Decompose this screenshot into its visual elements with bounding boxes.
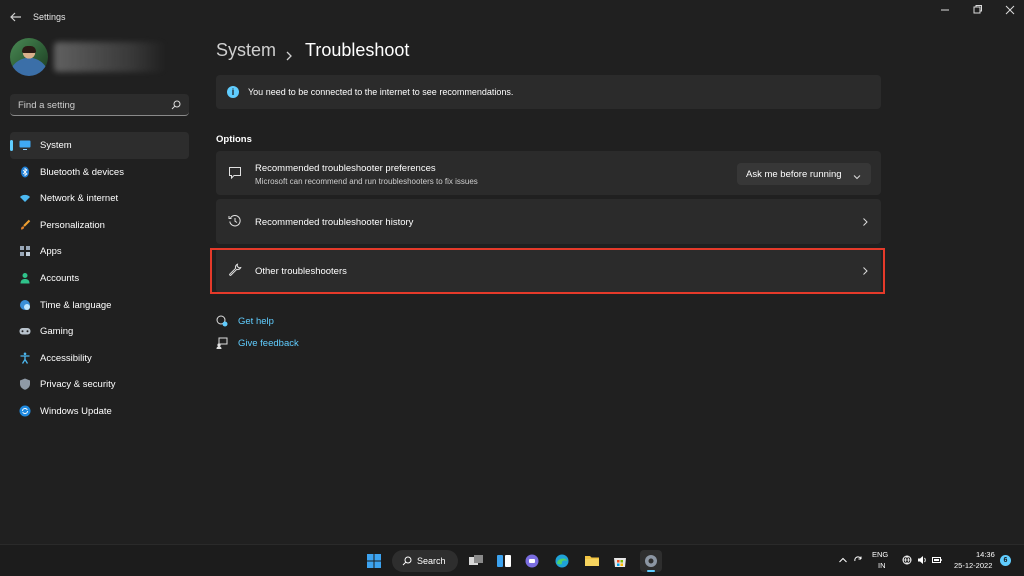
chevron-right-icon: [284, 46, 294, 61]
sidebar-item-accessibility[interactable]: Accessibility: [10, 345, 189, 372]
sidebar-item-label: System: [40, 140, 72, 151]
sidebar-item-bluetooth[interactable]: Bluetooth & devices: [10, 159, 189, 186]
troubleshooter-preferences-card: Recommended troubleshooter preferences M…: [216, 151, 881, 195]
taskbar-search-label: Search: [417, 556, 446, 566]
restore-button[interactable]: [970, 4, 984, 16]
gamepad-icon: [19, 325, 31, 337]
sidebar-item-gaming[interactable]: Gaming: [10, 318, 189, 345]
sidebar-item-label: Personalization: [40, 219, 105, 231]
teams-chat-icon[interactable]: [521, 550, 543, 572]
sidebar-item-apps[interactable]: Apps: [10, 238, 189, 265]
language-top[interactable]: ENG: [872, 550, 888, 559]
sidebar-item-accounts[interactable]: Accounts: [10, 265, 189, 292]
search-placeholder: Find a setting: [18, 100, 76, 111]
battery-icon[interactable]: [932, 555, 942, 565]
sidebar-item-label: Privacy & security: [40, 379, 116, 391]
feedback-icon: [216, 337, 228, 349]
wifi-icon: [19, 192, 31, 204]
chevron-right-icon: [861, 217, 869, 227]
give-feedback-label: Give feedback: [238, 338, 299, 349]
get-help-label: Get help: [238, 316, 274, 327]
chat-bubble-icon: [228, 166, 242, 180]
network-globe-icon[interactable]: [902, 555, 912, 565]
highlight-box: [210, 248, 885, 294]
sidebar-item-privacy[interactable]: Privacy & security: [10, 371, 189, 398]
widgets-icon[interactable]: [493, 550, 515, 572]
search-input[interactable]: Find a setting: [10, 94, 189, 116]
sidebar-nav: System Bluetooth & devices Network & int…: [10, 132, 189, 425]
update-icon: [19, 405, 31, 417]
sidebar-item-personalization[interactable]: Personalization: [10, 212, 189, 239]
monitor-icon: [19, 139, 31, 151]
taskbar: Search: [0, 544, 1024, 576]
sync-icon[interactable]: [853, 555, 863, 565]
microsoft-store-icon[interactable]: [609, 550, 631, 572]
title-bar: Settings: [0, 0, 1024, 34]
sidebar-item-label: Windows Update: [40, 405, 112, 417]
preferences-dropdown[interactable]: Ask me before running: [737, 163, 871, 185]
breadcrumb-parent[interactable]: System: [216, 40, 276, 60]
breadcrumb: System Troubleshoot: [216, 40, 409, 64]
chevron-up-icon[interactable]: [838, 555, 848, 565]
brush-icon: [19, 219, 31, 231]
edge-browser-icon[interactable]: [551, 550, 573, 572]
avatar[interactable]: [10, 38, 48, 76]
page-title: Troubleshoot: [305, 40, 410, 60]
app-title: Settings: [33, 12, 66, 22]
volume-icon[interactable]: [917, 555, 927, 565]
sidebar-item-label: Network & internet: [40, 193, 119, 205]
start-button[interactable]: [363, 550, 385, 572]
language-bottom[interactable]: IN: [878, 561, 886, 570]
user-name-redacted: [54, 42, 166, 72]
card-subtitle: Microsoft can recommend and run troubles…: [255, 177, 478, 186]
chevron-down-icon: [853, 171, 861, 180]
info-icon: i: [227, 86, 239, 98]
person-icon: [19, 272, 31, 284]
apps-icon: [19, 245, 31, 257]
taskbar-search[interactable]: Search: [392, 550, 458, 572]
sidebar-item-time-language[interactable]: Time & language: [10, 292, 189, 319]
search-icon: [402, 556, 412, 569]
sidebar-item-windows-update[interactable]: Windows Update: [10, 398, 189, 425]
sidebar-item-network[interactable]: Network & internet: [10, 185, 189, 212]
clock-date[interactable]: 25-12-2022: [954, 561, 992, 570]
info-text: You need to be connected to the internet…: [248, 87, 514, 97]
sidebar-item-label: Accounts: [40, 272, 80, 284]
close-button[interactable]: [1003, 4, 1017, 16]
sidebar-item-label: Accessibility: [40, 352, 92, 364]
minimize-button[interactable]: [938, 4, 952, 16]
file-explorer-icon[interactable]: [581, 550, 603, 572]
back-arrow-icon[interactable]: [8, 9, 24, 25]
sidebar-item-label: Bluetooth & devices: [40, 166, 124, 178]
task-view-icon[interactable]: [465, 550, 487, 572]
sidebar-item-system[interactable]: System: [10, 132, 189, 159]
sidebar-item-label: Gaming: [40, 326, 74, 338]
card-title: Recommended troubleshooter history: [255, 217, 414, 228]
dropdown-value: Ask me before running: [746, 169, 842, 180]
globe-clock-icon: [19, 299, 31, 311]
help-icon: [216, 315, 228, 327]
settings-app-icon[interactable]: [640, 550, 662, 572]
clock-time[interactable]: 14:36: [976, 550, 995, 559]
card-title: Recommended troubleshooter preferences: [255, 163, 436, 174]
history-icon: [228, 214, 242, 228]
sidebar-item-label: Time & language: [40, 299, 112, 311]
troubleshooter-history-card[interactable]: Recommended troubleshooter history: [216, 199, 881, 244]
accessibility-icon: [19, 352, 31, 364]
notification-badge[interactable]: 6: [1000, 555, 1011, 566]
info-bar: i You need to be connected to the intern…: [216, 75, 881, 109]
shield-icon: [19, 378, 31, 391]
bluetooth-icon: [19, 166, 31, 178]
search-icon: [171, 100, 181, 110]
sidebar-item-label: Apps: [40, 246, 62, 258]
section-heading: Options: [216, 134, 252, 145]
